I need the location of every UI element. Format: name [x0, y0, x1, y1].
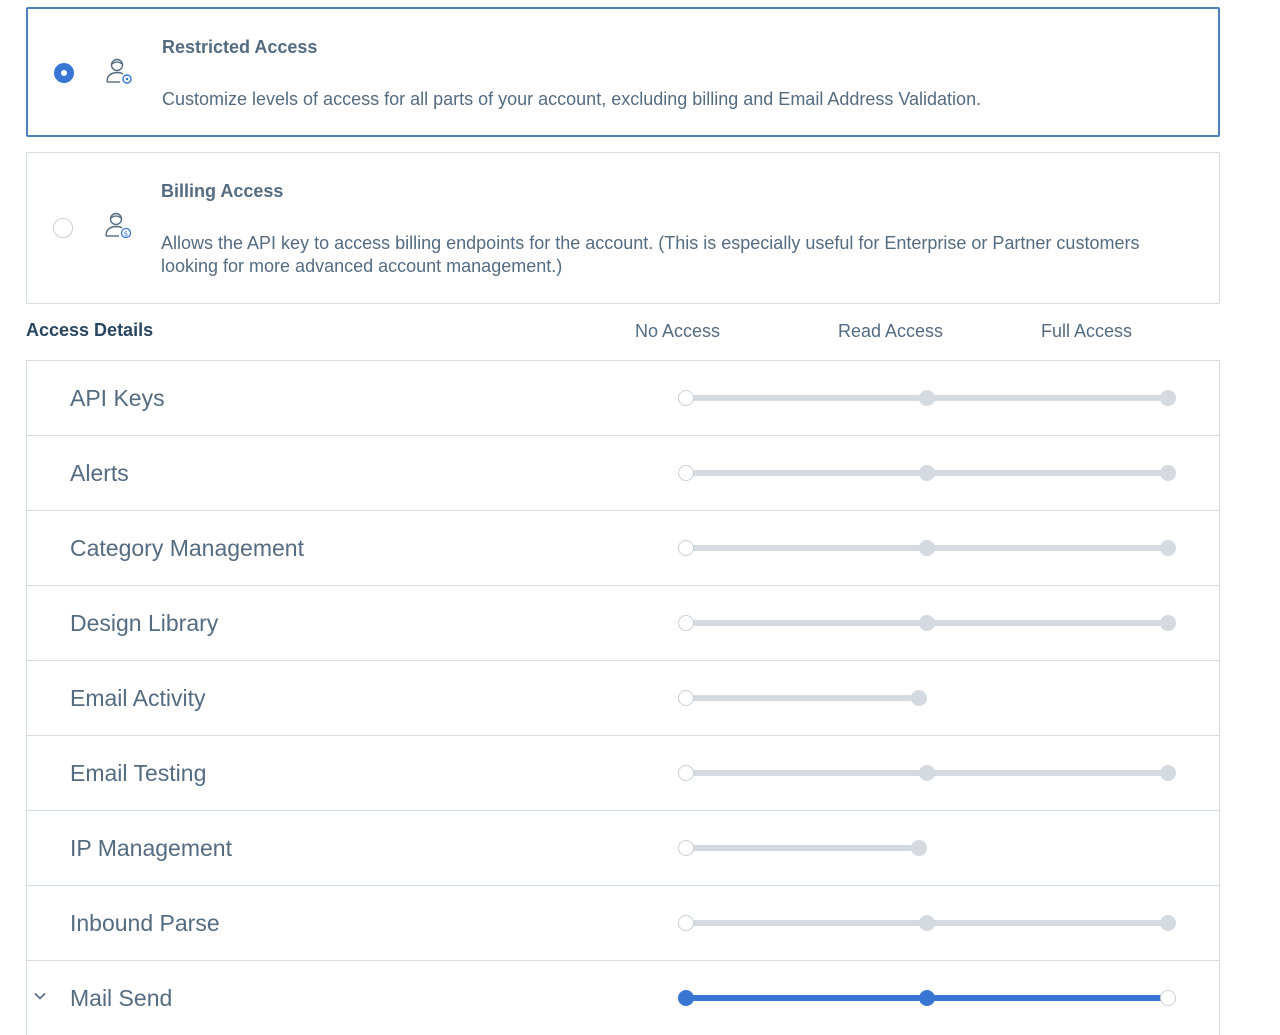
read-access-stop[interactable] [919, 615, 935, 631]
restricted-access-radio[interactable] [54, 63, 74, 83]
read-access-stop[interactable] [911, 690, 927, 706]
restricted-access-title: Restricted Access [162, 37, 318, 57]
permission-label: IP Management [70, 835, 232, 861]
column-read-access: Read Access [838, 321, 944, 341]
full-access-stop[interactable] [1160, 390, 1176, 406]
permission-row-api-keys: API Keys [27, 361, 1219, 436]
no-access-stop[interactable] [678, 765, 694, 781]
read-access-stop[interactable] [919, 765, 935, 781]
user-dollar-icon: $ [105, 212, 132, 239]
billing-access-description: Allows the API key to access billing end… [161, 233, 1140, 276]
access-slider[interactable] [678, 765, 1178, 781]
permission-row-alerts: Alerts [27, 436, 1219, 511]
access-slider[interactable] [678, 690, 1178, 706]
permission-label: Design Library [70, 610, 219, 636]
full-access-stop[interactable] [1160, 615, 1176, 631]
access-slider[interactable] [678, 540, 1178, 556]
permission-row-email-testing: Email Testing [27, 736, 1219, 811]
svg-text:$: $ [124, 230, 128, 238]
no-access-stop[interactable] [678, 690, 694, 706]
no-access-stop[interactable] [678, 915, 694, 931]
chevron-down-icon[interactable] [33, 989, 47, 1003]
no-access-stop[interactable] [678, 840, 694, 856]
no-access-stop[interactable] [678, 390, 694, 406]
permission-label: Alerts [70, 460, 129, 486]
read-access-stop[interactable] [919, 915, 935, 931]
access-details-title: Access Details [26, 320, 154, 340]
billing-access-title: Billing Access [161, 181, 284, 201]
permission-label: API Keys [70, 385, 165, 411]
permission-row-design-library: Design Library [27, 586, 1219, 661]
permission-row-ip-management: IP Management [27, 811, 1219, 886]
billing-access-option[interactable]: $ Billing Access Allows the API key to a… [26, 152, 1220, 304]
permission-label: Inbound Parse [70, 910, 220, 936]
read-access-stop[interactable] [919, 465, 935, 481]
full-access-stop[interactable] [1160, 765, 1176, 781]
column-no-access: No Access [635, 321, 721, 341]
full-access-stop[interactable] [1160, 465, 1176, 481]
full-access-stop[interactable] [1160, 990, 1176, 1006]
access-slider[interactable] [678, 615, 1178, 631]
read-access-stop[interactable] [911, 840, 927, 856]
user-gear-icon [106, 58, 132, 84]
full-access-stop[interactable] [1160, 540, 1176, 556]
read-access-stop[interactable] [919, 540, 935, 556]
api-key-permissions-page: Restricted Access Customize levels of ac… [0, 0, 1280, 1035]
no-access-stop[interactable] [678, 990, 694, 1006]
no-access-stop[interactable] [678, 615, 694, 631]
billing-access-radio[interactable] [53, 218, 73, 238]
permission-label: Mail Send [70, 985, 173, 1011]
read-access-stop[interactable] [919, 390, 935, 406]
permission-row-mail-send[interactable]: Mail Send [27, 961, 1219, 1035]
read-access-stop[interactable] [919, 990, 935, 1006]
permission-label: Email Testing [70, 760, 207, 786]
full-access-stop[interactable] [1160, 915, 1176, 931]
access-details-table: API Keys Alerts Category Management Desi… [26, 360, 1220, 1035]
permission-label: Email Activity [70, 685, 206, 711]
permission-row-email-activity: Email Activity [27, 661, 1219, 736]
permission-row-inbound-parse: Inbound Parse [27, 886, 1219, 961]
restricted-access-description: Customize levels of access for all parts… [162, 89, 982, 109]
access-slider[interactable] [678, 840, 1178, 856]
no-access-stop[interactable] [678, 540, 694, 556]
slider-track[interactable] [686, 845, 919, 851]
no-access-stop[interactable] [678, 465, 694, 481]
permission-label: Category Management [70, 535, 304, 561]
access-slider[interactable] [678, 390, 1178, 406]
access-slider[interactable] [678, 915, 1178, 931]
column-full-access: Full Access [1041, 321, 1133, 341]
slider-track[interactable] [686, 695, 919, 701]
access-slider[interactable] [678, 465, 1178, 481]
restricted-access-option[interactable]: Restricted Access Customize levels of ac… [26, 7, 1220, 137]
permission-row-category-management: Category Management [27, 511, 1219, 586]
access-slider[interactable] [678, 990, 1178, 1006]
